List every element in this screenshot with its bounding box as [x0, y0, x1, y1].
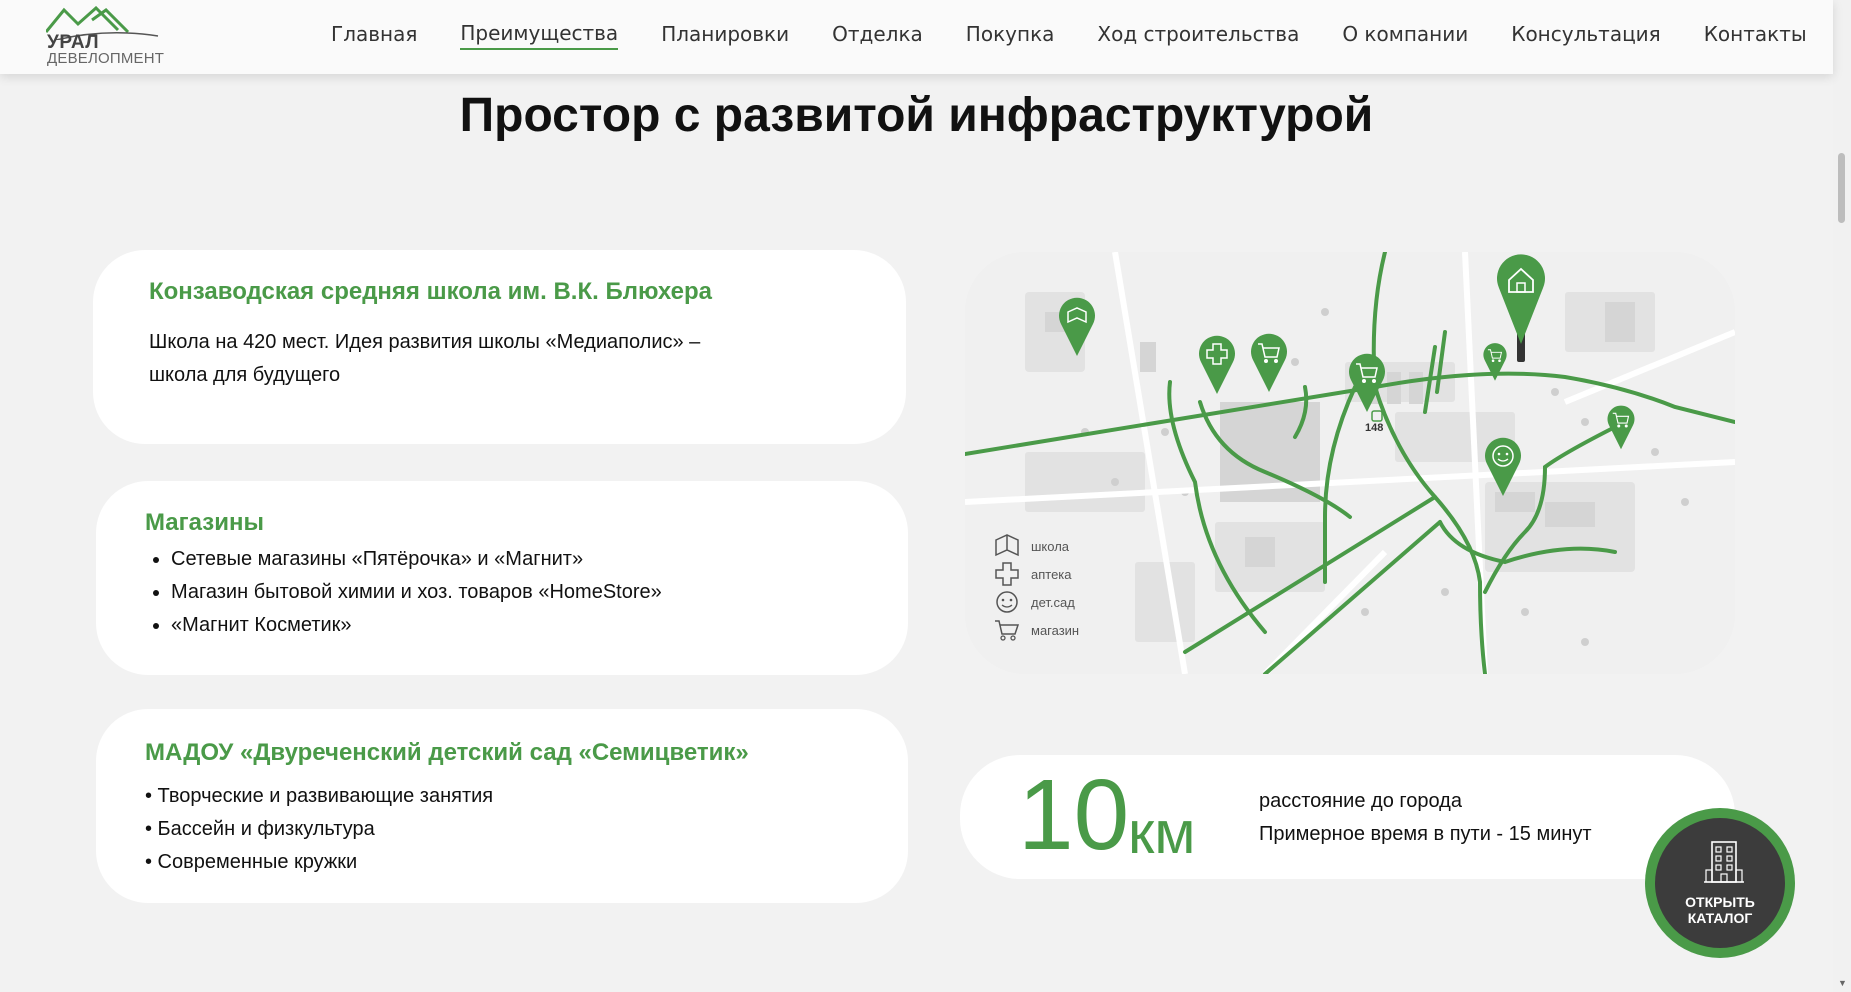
- legend-label: дет.сад: [1031, 594, 1075, 610]
- shop-pin-icon[interactable]: [1482, 342, 1508, 382]
- nav-item-layouts[interactable]: Планировки: [661, 22, 789, 49]
- shops-card: Магазины Сетевые магазины «Пятёрочка» и …: [96, 481, 908, 675]
- legend-item-kindergarten: дет.сад: [993, 588, 1079, 616]
- page-scrollbar[interactable]: ▼: [1833, 0, 1851, 992]
- map-legend: школа аптека дет.сад магазин: [993, 532, 1079, 644]
- list-item: Сетевые магазины «Пятёрочка» и «Магнит»: [171, 543, 662, 576]
- list-item: «Магнит Косметик»: [171, 609, 662, 642]
- shop-pin-icon[interactable]: [1606, 404, 1636, 451]
- book-icon: [995, 534, 1019, 557]
- nav-item-about[interactable]: О компании: [1342, 22, 1468, 49]
- list-item: • Бассейн и физкультура: [145, 818, 375, 840]
- list-item: • Творческие и развивающие занятия: [145, 785, 494, 807]
- catalog-button-label: ОТКРЫТЬ КАТАЛОГ: [1655, 894, 1785, 926]
- main-nav: Главная Преимущества Планировки Отделка …: [331, 0, 1850, 70]
- logo[interactable]: УРАЛ ДЕВЕЛОПМЕНТ: [46, 6, 166, 67]
- shop-pin-icon[interactable]: [1249, 332, 1289, 394]
- logo-line2: ДЕВЕЛОПМЕНТ: [47, 50, 165, 67]
- bus-route-number: 148: [1365, 422, 1384, 434]
- catalog-label-line2: КАТАЛОГ: [1687, 910, 1753, 926]
- legend-label: школа: [1031, 538, 1070, 554]
- pharmacy-pin-icon[interactable]: [1197, 334, 1237, 396]
- nav-item-consultation[interactable]: Консультация: [1511, 22, 1660, 49]
- baby-face-icon: [996, 591, 1018, 613]
- legend-label: аптека: [1031, 566, 1072, 582]
- catalog-label-line1: ОТКРЫТЬ: [1685, 894, 1755, 910]
- nav-item-purchase[interactable]: Покупка: [966, 22, 1055, 49]
- scrollbar-thumb[interactable]: [1838, 153, 1845, 223]
- school-card: Конзаводская средняя школа им. В.К. Блюх…: [93, 250, 906, 444]
- nav-item-finishing[interactable]: Отделка: [832, 22, 923, 49]
- legend-item-shop: магазин: [993, 616, 1079, 644]
- catalog-button-inner: ОТКРЫТЬ КАТАЛОГ: [1655, 818, 1785, 948]
- list-item: • Современные кружки: [145, 851, 358, 873]
- building-icon: [1704, 841, 1744, 883]
- distance-value: 10: [1018, 759, 1130, 871]
- nav-item-home[interactable]: Главная: [331, 22, 417, 49]
- legend-item-pharmacy: аптека: [993, 560, 1079, 588]
- school-heading: Конзаводская средняя школа им. В.К. Блюх…: [149, 278, 712, 305]
- shops-list: Сетевые магазины «Пятёрочка» и «Магнит» …: [145, 543, 662, 642]
- cart-icon: [995, 620, 1020, 641]
- kindergarten-card: МАДОУ «Двуреченский детский сад «Семицве…: [96, 709, 908, 903]
- legend-label: магазин: [1031, 622, 1080, 638]
- list-item: Магазин бытовой химии и хоз. товаров «Ho…: [171, 576, 662, 609]
- kindergarten-pin-icon[interactable]: [1483, 436, 1523, 498]
- school-text-line2: школа для будущего: [149, 364, 341, 386]
- nav-item-construction[interactable]: Ход строительства: [1097, 22, 1299, 49]
- cross-icon: [995, 562, 1019, 586]
- distance-card: 10 км расстояние до города Примерное вре…: [960, 755, 1735, 879]
- school-pin-icon[interactable]: [1057, 296, 1097, 358]
- distance-line2: Примерное время в пути - 15 минут: [1259, 823, 1592, 845]
- distance-line1: расстояние до города: [1259, 790, 1462, 812]
- legend-item-school: школа: [993, 532, 1079, 560]
- nav-item-advantages[interactable]: Преимущества: [460, 21, 619, 50]
- bus-stop-icon: [1371, 410, 1383, 422]
- shop-pin-icon[interactable]: [1347, 352, 1387, 414]
- section-title: Простор с развитой инфраструктурой: [459, 89, 1374, 142]
- scroll-down-arrow-icon[interactable]: ▼: [1838, 978, 1847, 988]
- site-header: УРАЛ ДЕВЕЛОПМЕНТ Главная Преимущества Пл…: [0, 0, 1833, 74]
- kindergarten-heading: МАДОУ «Двуреченский детский сад «Семицве…: [145, 739, 749, 766]
- shops-heading: Магазины: [145, 509, 264, 536]
- open-catalog-button[interactable]: ОТКРЫТЬ КАТАЛОГ: [1645, 808, 1795, 958]
- distance-unit: км: [1128, 799, 1196, 866]
- nav-item-contacts[interactable]: Контакты: [1704, 22, 1807, 49]
- school-text-line1: Школа на 420 мест. Идея развития школы «…: [149, 331, 701, 353]
- distance-description: расстояние до города Примерное время в п…: [1259, 785, 1592, 851]
- infrastructure-map[interactable]: 148 школа аптека дет.сад магазин: [965, 252, 1735, 674]
